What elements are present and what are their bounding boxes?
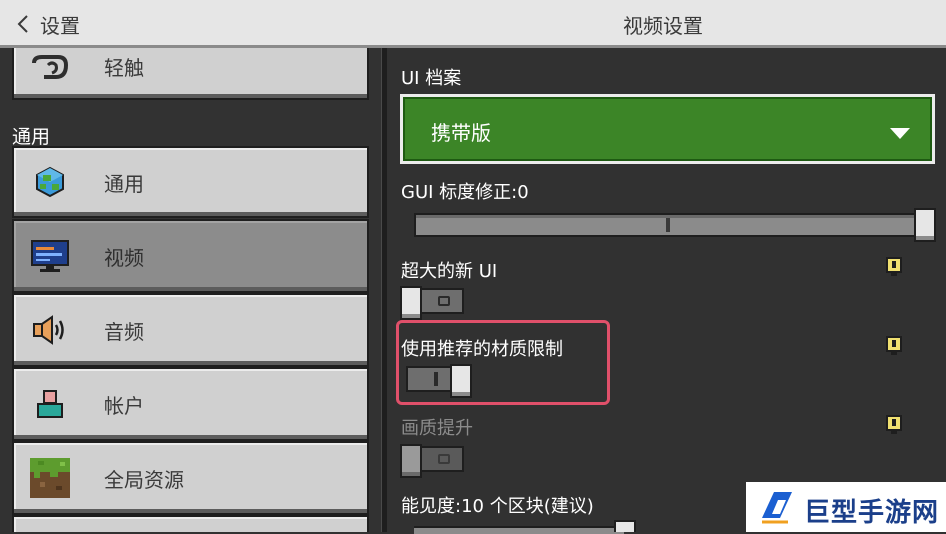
texture-limit-toggle[interactable] xyxy=(406,364,472,398)
sidebar-item-touch[interactable]: 轻触 xyxy=(12,48,369,100)
back-button[interactable]: 设置 xyxy=(16,10,80,38)
back-label: 设置 xyxy=(40,13,80,38)
watermark-logo-icon xyxy=(758,488,796,530)
render-distance-slider[interactable] xyxy=(414,526,624,534)
toggle-off-mark xyxy=(438,296,450,306)
render-distance-slider-handle[interactable] xyxy=(614,520,636,532)
sidebar-item-label: 帐户 xyxy=(104,393,144,418)
render-distance-label: 能见度:10 个区块(建议) xyxy=(401,496,594,517)
gui-scale-label: GUI 标度修正:0 xyxy=(401,182,529,203)
watermark-text: 巨型手游网 xyxy=(804,498,940,528)
grass-block-icon xyxy=(30,458,70,498)
globe-icon xyxy=(30,162,70,202)
sidebar-item-label: 通用 xyxy=(104,171,144,196)
ui-profile-value: 携带版 xyxy=(431,121,491,145)
monitor-icon xyxy=(30,236,70,276)
ui-profile-dropdown[interactable]: 携带版 xyxy=(400,94,935,164)
panel-divider xyxy=(381,48,387,532)
graphics-upgrade-label: 画质提升 xyxy=(401,418,473,439)
extra-large-ui-toggle[interactable] xyxy=(400,286,464,320)
gui-scale-slider[interactable] xyxy=(414,213,931,237)
sidebar-item-label: 轻触 xyxy=(104,56,144,80)
info-icon[interactable] xyxy=(886,415,902,435)
sidebar-item-label: 全局资源 xyxy=(104,467,184,492)
texture-limit-label: 使用推荐的材质限制 xyxy=(401,339,563,360)
gui-scale-slider-handle[interactable] xyxy=(914,208,936,242)
toggle-off-mark xyxy=(438,454,450,464)
slider-tick xyxy=(666,218,670,232)
info-icon[interactable] xyxy=(886,257,902,277)
toggle-knob xyxy=(400,444,422,478)
extra-large-ui-label: 超大的新 UI xyxy=(401,261,498,282)
ui-profile-label: UI 档案 xyxy=(401,68,462,89)
touch-icon xyxy=(30,50,70,90)
page-title: 视频设置 xyxy=(623,14,703,38)
caret-down-icon xyxy=(890,125,910,144)
top-bar: 设置 视频设置 xyxy=(0,0,946,48)
watermark: 巨型手游网 xyxy=(746,482,946,532)
sidebar-item-audio[interactable]: 音频 xyxy=(12,293,369,367)
toggle-knob xyxy=(400,286,422,320)
section-label-general: 通用 xyxy=(12,126,51,148)
chevron-left-icon xyxy=(16,14,30,34)
info-icon[interactable] xyxy=(886,336,902,356)
settings-sidebar: 轻触 通用 通用 视频 音频 帐户 全局资源 xyxy=(0,48,381,532)
sidebar-item-partial[interactable] xyxy=(12,515,369,532)
graphics-upgrade-toggle[interactable] xyxy=(400,444,464,478)
sidebar-item-label: 音频 xyxy=(104,319,144,344)
toggle-knob xyxy=(450,364,472,398)
sidebar-item-global-resources[interactable]: 全局资源 xyxy=(12,441,369,515)
speaker-icon xyxy=(30,310,70,350)
toggle-on-mark xyxy=(434,372,438,386)
sidebar-item-general[interactable]: 通用 xyxy=(12,146,369,218)
sidebar-item-video[interactable]: 视频 xyxy=(12,219,369,293)
sidebar-item-label: 视频 xyxy=(104,245,144,270)
sidebar-item-account[interactable]: 帐户 xyxy=(12,367,369,441)
account-icon xyxy=(30,384,70,424)
